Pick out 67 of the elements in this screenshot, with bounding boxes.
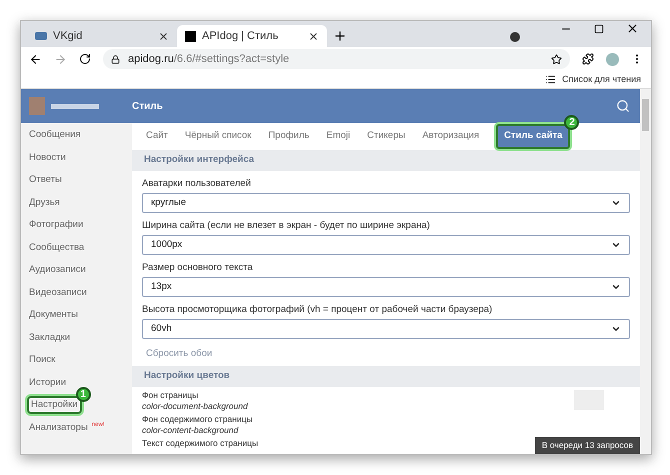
section-header: Настройки интерфейса: [132, 150, 640, 171]
sidebar-item[interactable]: Анализаторы: [27, 420, 90, 435]
back-icon[interactable]: [29, 52, 42, 66]
browser-tab[interactable]: APIdog | Стиль: [177, 25, 327, 47]
select-field[interactable]: круглые: [142, 193, 630, 213]
settings-tab[interactable]: Профиль: [268, 129, 310, 144]
callout-number: 1: [76, 387, 91, 402]
queue-toast: В очереди 13 запросов: [534, 437, 640, 454]
settings-tab[interactable]: Стикеры: [367, 129, 406, 144]
scrollbar[interactable]: [640, 89, 651, 454]
sidebar-item[interactable]: Настройки: [27, 396, 82, 414]
sidebar-item[interactable]: Видеозаписи: [27, 286, 89, 300]
close-icon[interactable]: [308, 30, 319, 42]
color-label: Фон страницы: [142, 390, 198, 401]
sidebar-item[interactable]: Новости: [27, 150, 68, 165]
scrollbar-thumb[interactable]: [642, 99, 649, 131]
sidebar-item[interactable]: Истории: [27, 376, 68, 390]
select-field[interactable]: 13px: [142, 277, 630, 297]
new-tab-icon[interactable]: [333, 29, 347, 43]
maximize-icon[interactable]: [594, 24, 604, 34]
chevron-down-icon: [611, 198, 621, 208]
settings-tab[interactable]: Чёрный список: [184, 129, 252, 144]
color-label: Текст содержимого страницы: [142, 438, 258, 449]
close-icon[interactable]: [158, 30, 169, 42]
close-icon[interactable]: [626, 22, 639, 35]
select-field[interactable]: 1000px: [142, 235, 630, 255]
url-text: apidog.ru/6.6/#settings?act=style: [128, 52, 290, 67]
header-title: Стиль: [132, 100, 164, 114]
sidebar-item[interactable]: Сообщения: [27, 128, 83, 142]
puzzle-icon[interactable]: [582, 53, 594, 65]
reading-list-link[interactable]: Список для чтения: [562, 72, 641, 86]
blurred-name: [51, 104, 99, 108]
settings-tab[interactable]: Emoji: [326, 129, 350, 144]
settings-tab[interactable]: Сайт: [146, 129, 168, 144]
chevron-down-icon: [611, 282, 621, 292]
search-icon[interactable]: [616, 99, 630, 113]
url-field[interactable]: apidog.ru/6.6/#settings?act=style: [103, 49, 570, 69]
field-label: Аватарки пользователей: [142, 177, 252, 192]
field-label: Высота просмоторщика фотографий (vh = процент от рабочей части браузера): [142, 303, 494, 318]
tab-title: APIdog | Стиль: [202, 28, 280, 44]
reload-icon[interactable]: [79, 53, 91, 65]
color-label: Фон содержимого страницы: [142, 414, 253, 425]
lock-icon: [111, 54, 120, 64]
chevron-down-icon: [611, 324, 621, 334]
reading-list-icon[interactable]: [545, 74, 556, 85]
sidebar-item[interactable]: Ответы: [27, 173, 64, 188]
sidebar-item[interactable]: Документы: [27, 308, 80, 322]
avatar-placeholder: [29, 97, 45, 115]
select-field[interactable]: 60vh: [142, 319, 630, 339]
star-icon[interactable]: [551, 54, 562, 64]
reset-link[interactable]: Сбросить обои: [142, 344, 630, 364]
field-label: Размер основного текста: [142, 261, 254, 276]
settings-tab[interactable]: Авторизация: [422, 129, 480, 144]
sidebar-item[interactable]: Закладки: [27, 330, 72, 345]
browser-tab[interactable]: VKgid: [27, 25, 177, 47]
field-label: Ширина сайта (если не влезет в экран - будет по ширине экрана): [142, 219, 431, 234]
color-variable: color-content-background: [142, 425, 238, 436]
color-variable: color-document-background: [142, 401, 248, 412]
section-header: Настройки цветов: [132, 366, 640, 387]
sidebar-item[interactable]: Сообщества: [27, 240, 86, 255]
sidebar-item[interactable]: Фотографии: [27, 218, 86, 232]
chevron-down-icon: [611, 240, 621, 250]
sidebar-item[interactable]: Аудиозаписи: [27, 263, 88, 278]
tab-title: VKgid: [53, 28, 84, 44]
sidebar-item[interactable]: Друзья: [27, 196, 62, 210]
sidebar-item[interactable]: Поиск: [27, 353, 58, 368]
settings-tab[interactable]: Стиль сайта: [496, 124, 570, 149]
